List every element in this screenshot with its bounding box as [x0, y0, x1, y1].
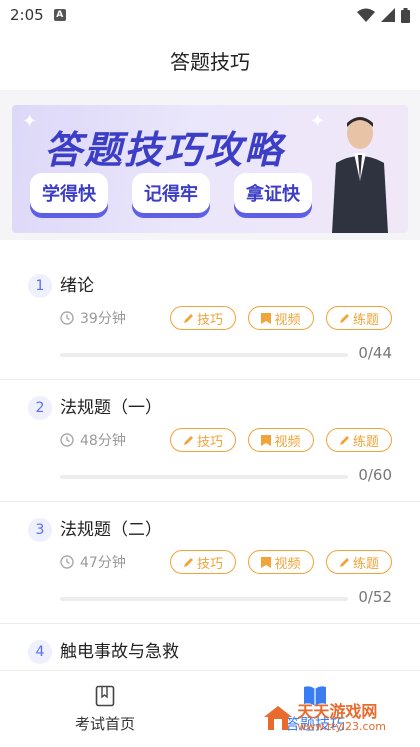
watermark-brand: 天天游戏网	[297, 702, 378, 721]
video-label: 视频	[274, 556, 301, 572]
page-title: 答题技巧	[170, 49, 250, 74]
pencil-icon	[339, 435, 349, 445]
tab-exam-home[interactable]: 考试首页	[0, 671, 210, 747]
lesson-duration: 39分钟	[60, 308, 126, 328]
clock-icon	[60, 311, 74, 325]
wifi-icon	[357, 8, 375, 22]
clock-icon	[60, 555, 74, 569]
practice-label: 练题	[352, 312, 379, 328]
sparkle-icon: ✦	[22, 111, 38, 132]
lesson-number: 1	[28, 274, 52, 298]
duration-text: 48分钟	[80, 433, 126, 449]
lesson-title: 绪论	[60, 276, 94, 296]
watermark-url: www.ttyl23.com	[297, 719, 386, 733]
video-button[interactable]: 视频	[248, 428, 314, 452]
lesson-item[interactable]: 2 法规题（一） 48分钟 技巧 视频 练题 0/60	[0, 380, 420, 502]
duration-text: 47分钟	[80, 555, 126, 571]
tip-button[interactable]: 技巧	[170, 428, 236, 452]
progress-bar	[60, 475, 348, 479]
lesson-title: 触电事故与急救	[60, 642, 179, 662]
status-time: 2:05	[10, 6, 44, 24]
bookmark-icon	[261, 434, 272, 446]
banner-pill: 学得快	[30, 173, 108, 213]
lesson-number: 4	[28, 640, 52, 664]
duration-text: 39分钟	[80, 311, 126, 327]
bookmark-icon	[261, 312, 272, 324]
tip-label: 技巧	[196, 312, 223, 328]
practice-label: 练题	[352, 434, 379, 450]
pencil-icon	[339, 557, 349, 567]
pencil-icon	[183, 557, 193, 567]
lesson-number: 3	[28, 518, 52, 542]
practice-button[interactable]: 练题	[326, 550, 392, 574]
progress-count: 0/44	[358, 344, 392, 362]
promo-banner[interactable]: ✦ ✦ 答题技巧攻略 学得快 记得牢 拿证快	[12, 105, 408, 233]
progress-count: 0/60	[358, 466, 392, 484]
lesson-duration: 48分钟	[60, 430, 126, 450]
lesson-item[interactable]: 1 绪论 39分钟 技巧 视频 练题 0/44	[0, 258, 420, 380]
tip-button[interactable]: 技巧	[170, 550, 236, 574]
banner-pill: 拿证快	[234, 173, 312, 213]
battery-icon	[401, 7, 410, 23]
progress-count: 0/52	[358, 588, 392, 606]
watermark-house-icon	[264, 705, 293, 730]
lesson-duration: 47分钟	[60, 552, 126, 572]
video-button[interactable]: 视频	[248, 306, 314, 330]
tip-button[interactable]: 技巧	[170, 306, 236, 330]
signal-icon	[381, 8, 395, 22]
lesson-title: 法规题（二）	[60, 520, 162, 540]
tab-exam-home-label: 考试首页	[74, 715, 135, 733]
notification-app-icon: A	[53, 9, 66, 21]
clock-icon	[60, 433, 74, 447]
lesson-number: 2	[28, 396, 52, 420]
page-header: 答题技巧	[0, 30, 420, 90]
progress-bar	[60, 597, 348, 601]
lesson-item[interactable]: 3 法规题（二） 47分钟 技巧 视频 练题 0/52	[0, 502, 420, 624]
bookmark-icon	[261, 556, 272, 568]
pencil-icon	[183, 435, 193, 445]
video-button[interactable]: 视频	[248, 550, 314, 574]
instructor-photo	[332, 117, 388, 233]
tip-label: 技巧	[196, 434, 223, 450]
exam-book-icon	[95, 685, 115, 707]
pencil-icon	[183, 313, 193, 323]
practice-label: 练题	[352, 556, 379, 572]
watermark-logo: 天天游戏网 www.ttyl23.com	[263, 703, 386, 733]
video-label: 视频	[274, 434, 301, 450]
pencil-icon	[339, 313, 349, 323]
banner-title: 答题技巧攻略	[44, 128, 285, 172]
practice-button[interactable]: 练题	[326, 306, 392, 330]
banner-pill: 记得牢	[132, 173, 210, 213]
practice-button[interactable]: 练题	[326, 428, 392, 452]
lesson-title: 法规题（一）	[60, 398, 162, 418]
tip-label: 技巧	[196, 556, 223, 572]
video-label: 视频	[274, 312, 301, 328]
status-bar: 2:05 A	[0, 0, 420, 30]
sparkle-icon: ✦	[310, 111, 326, 132]
progress-bar	[60, 353, 348, 357]
